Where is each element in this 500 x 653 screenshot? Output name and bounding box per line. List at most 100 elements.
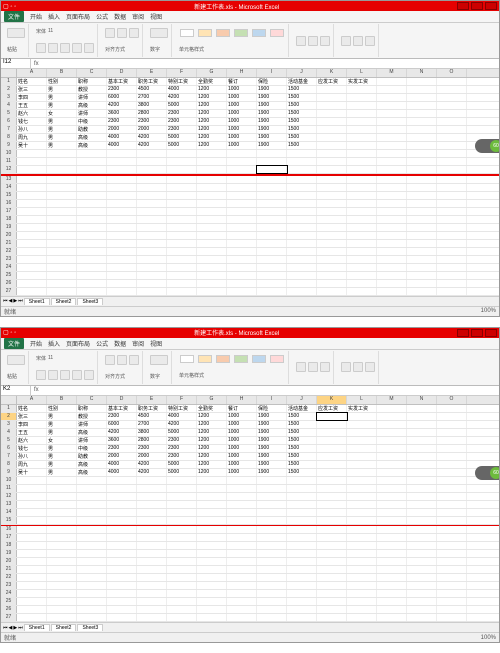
cell[interactable] (197, 509, 227, 516)
cell[interactable]: 1000 (227, 126, 257, 133)
cell[interactable] (407, 216, 437, 223)
cell[interactable]: 教授 (77, 413, 107, 420)
font-name-select[interactable]: 宋体 (36, 355, 46, 362)
cell[interactable]: 5000 (167, 429, 197, 436)
menu-tab[interactable]: 公式 (96, 339, 108, 348)
cell[interactable] (47, 232, 77, 239)
cell[interactable] (77, 288, 107, 295)
cell[interactable] (317, 558, 347, 565)
cell[interactable] (227, 485, 257, 492)
tab-nav-last[interactable]: ⏭ (18, 625, 23, 631)
cell[interactable] (167, 574, 197, 581)
cell[interactable] (77, 574, 107, 581)
tab-nav-last[interactable]: ⏭ (18, 298, 23, 304)
cell[interactable] (167, 272, 197, 279)
cell[interactable]: 1500 (287, 102, 317, 109)
row-header[interactable]: 16 (1, 526, 17, 533)
cell[interactable]: 1000 (227, 94, 257, 101)
cell[interactable] (437, 126, 467, 133)
cell[interactable] (227, 208, 257, 215)
find-button[interactable] (365, 36, 375, 46)
cell[interactable]: 男 (47, 86, 77, 93)
cell[interactable]: 1500 (287, 413, 317, 420)
cell[interactable] (77, 240, 107, 247)
cell[interactable] (317, 216, 347, 223)
cell[interactable] (17, 216, 47, 223)
cell[interactable] (287, 590, 317, 597)
cell[interactable]: 孙八 (17, 126, 47, 133)
align-left-button[interactable] (105, 355, 115, 365)
cell[interactable] (317, 224, 347, 231)
insert-button[interactable] (296, 362, 306, 372)
cell[interactable] (77, 248, 107, 255)
cell[interactable]: 2300 (167, 453, 197, 460)
cell[interactable] (17, 574, 47, 581)
cell[interactable] (197, 517, 227, 524)
cell[interactable]: 2300 (137, 118, 167, 125)
cell[interactable]: 4500 (137, 86, 167, 93)
cell[interactable]: 基本工资 (107, 405, 137, 412)
cell[interactable] (167, 248, 197, 255)
menu-tab[interactable]: 页面布局 (66, 339, 90, 348)
cell[interactable] (407, 118, 437, 125)
tab-nav-prev[interactable]: ◀ (9, 625, 13, 631)
cell[interactable] (227, 590, 257, 597)
cell[interactable] (167, 224, 197, 231)
cell[interactable] (17, 288, 47, 295)
cell[interactable] (437, 78, 467, 85)
cell[interactable] (257, 184, 287, 191)
cell[interactable]: 1200 (197, 94, 227, 101)
style-swatch[interactable] (180, 355, 194, 363)
cell[interactable]: 特别工资 (167, 405, 197, 412)
cell[interactable] (17, 598, 47, 605)
cell[interactable] (257, 248, 287, 255)
cell[interactable] (287, 558, 317, 565)
cell[interactable] (317, 94, 347, 101)
cell[interactable] (287, 566, 317, 573)
cell[interactable] (407, 413, 437, 420)
cell[interactable]: 5000 (167, 102, 197, 109)
cell[interactable] (257, 526, 287, 533)
cell[interactable]: 吴十 (17, 142, 47, 149)
cell[interactable] (257, 280, 287, 287)
cell[interactable] (77, 272, 107, 279)
cell[interactable] (137, 248, 167, 255)
cell[interactable]: 基本工资 (107, 78, 137, 85)
cell[interactable]: 2700 (137, 421, 167, 428)
row-header[interactable]: 10 (1, 150, 17, 157)
cell[interactable] (317, 248, 347, 255)
fx-icon[interactable]: fx (31, 61, 42, 67)
style-swatch[interactable] (180, 29, 194, 37)
cell[interactable] (287, 526, 317, 533)
cell[interactable]: 2800 (137, 437, 167, 444)
cell[interactable]: 2300 (107, 86, 137, 93)
cell[interactable] (77, 526, 107, 533)
cell[interactable]: 男 (47, 94, 77, 101)
cell[interactable] (257, 501, 287, 508)
cell[interactable]: 1900 (257, 469, 287, 476)
cell[interactable]: 4000 (167, 413, 197, 420)
cell[interactable] (377, 232, 407, 239)
cell[interactable] (287, 501, 317, 508)
cell[interactable] (257, 272, 287, 279)
cell[interactable] (377, 493, 407, 500)
delete-button[interactable] (308, 36, 318, 46)
column-header[interactable]: C (77, 396, 107, 404)
cell[interactable] (287, 280, 317, 287)
cell[interactable] (107, 493, 137, 500)
cell[interactable] (347, 110, 377, 117)
cell[interactable] (47, 280, 77, 287)
cell[interactable] (317, 126, 347, 133)
cell[interactable] (437, 582, 467, 589)
column-header[interactable]: B (47, 396, 77, 404)
cell[interactable] (437, 232, 467, 239)
cell[interactable] (107, 509, 137, 516)
cell[interactable] (107, 558, 137, 565)
tab-nav-first[interactable]: ⏮ (3, 625, 8, 631)
cell[interactable] (347, 158, 377, 165)
row-header[interactable]: 3 (1, 421, 17, 428)
cell[interactable] (167, 477, 197, 484)
cell[interactable]: 2300 (107, 445, 137, 452)
row-header[interactable]: 8 (1, 461, 17, 468)
cell[interactable] (347, 240, 377, 247)
